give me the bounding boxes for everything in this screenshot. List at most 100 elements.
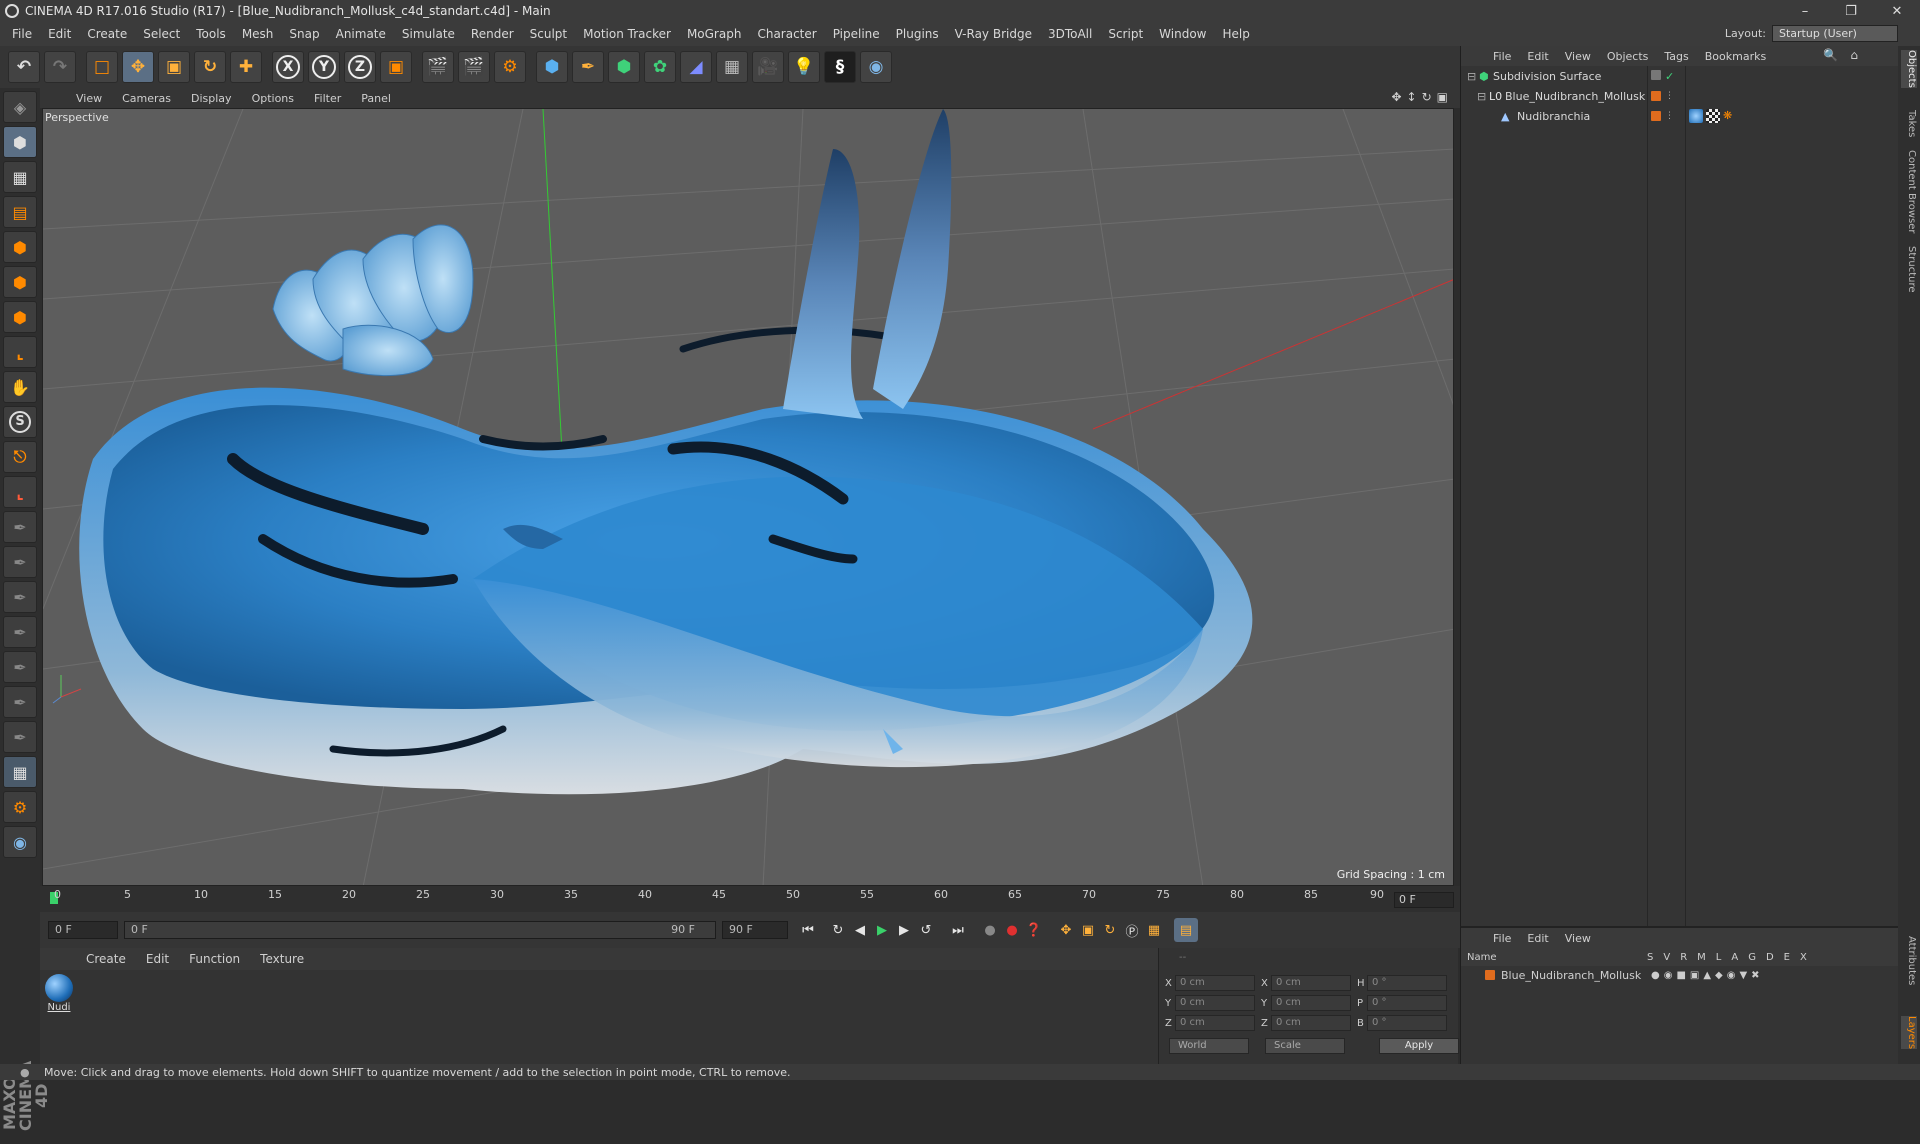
tab-attributes[interactable]: Attributes <box>1901 936 1917 985</box>
point-mode-icon[interactable]: ⬢ <box>3 231 37 263</box>
y-axis-lock-button[interactable]: Y <box>308 51 340 83</box>
viewport-menu-panel[interactable]: Panel <box>351 92 401 105</box>
key-position-icon[interactable]: ✥ <box>1054 918 1078 942</box>
apply-button[interactable]: Apply <box>1379 1038 1459 1054</box>
mograph-cloner-icon[interactable]: ✿ <box>644 51 676 83</box>
menu-motion-tracker[interactable]: Motion Tracker <box>575 27 679 41</box>
python-icon[interactable]: ◉ <box>860 51 892 83</box>
menu-pipeline[interactable]: Pipeline <box>825 27 888 41</box>
obj-menu-tags[interactable]: Tags <box>1656 50 1696 63</box>
magnet-icon[interactable]: ⎋ <box>3 441 37 473</box>
obj-menu-edit[interactable]: Edit <box>1519 50 1556 63</box>
texture-mode-icon[interactable]: ▦ <box>3 161 37 193</box>
menu-script[interactable]: Script <box>1100 27 1151 41</box>
move-icon[interactable]: ✥ <box>122 51 154 83</box>
viewport-menu-cameras[interactable]: Cameras <box>112 92 181 105</box>
loop-icon[interactable]: ↻ <box>826 918 850 942</box>
uvw-tag-icon[interactable] <box>1706 109 1720 123</box>
obj-menu-file[interactable]: File <box>1485 50 1519 63</box>
menu-animate[interactable]: Animate <box>328 27 394 41</box>
axis-mode-icon[interactable]: ⌞ <box>3 336 37 368</box>
tab-takes[interactable]: Takes <box>1901 110 1917 137</box>
menu-snap[interactable]: Snap <box>281 27 327 41</box>
material-tag-icon[interactable] <box>1689 109 1703 123</box>
redo-icon[interactable]: ↷ <box>44 51 76 83</box>
loop-forward-icon[interactable]: ↺ <box>914 918 938 942</box>
current-frame-field[interactable]: 0 F <box>1394 892 1454 908</box>
menu-simulate[interactable]: Simulate <box>394 27 463 41</box>
rotate-icon[interactable]: ↻ <box>194 51 226 83</box>
floor-object-icon[interactable]: ▦ <box>716 51 748 83</box>
layer-menu-file[interactable]: File <box>1485 932 1519 945</box>
layout-select[interactable]: Startup (User) <box>1772 25 1898 42</box>
position-x-field[interactable]: 0 cm <box>1175 975 1255 991</box>
visibility-dots-icon[interactable]: ⋮ <box>1665 111 1674 121</box>
collapse-icon[interactable]: ⊟ <box>1477 90 1486 103</box>
cube-primitive-icon[interactable]: ⬢ <box>536 51 568 83</box>
size-y-field[interactable]: 0 cm <box>1271 995 1351 1011</box>
tab-objects[interactable]: Objects <box>1901 50 1917 88</box>
rotation-b-field[interactable]: 0 ° <box>1367 1015 1447 1031</box>
obj-menu-view[interactable]: View <box>1557 50 1599 63</box>
menu-3dtoall[interactable]: 3DToAll <box>1040 27 1100 41</box>
viewport-menu-display[interactable]: Display <box>181 92 242 105</box>
rotation-h-field[interactable]: 0 ° <box>1367 975 1447 991</box>
material-menu-create[interactable]: Create <box>76 952 136 966</box>
vray-icon[interactable]: § <box>824 51 856 83</box>
render-picture-viewer-icon[interactable]: 🎬 <box>458 51 490 83</box>
render-settings-small-icon[interactable]: ⚙ <box>3 791 37 823</box>
autokey-icon[interactable]: ❓ <box>1022 918 1046 942</box>
size-x-field[interactable]: 0 cm <box>1271 975 1351 991</box>
3d-viewport[interactable]: Perspective Grid Spacing : 1 cm <box>42 108 1454 886</box>
viewport-menu-filter[interactable]: Filter <box>304 92 351 105</box>
visibility-dots-icon[interactable]: ⋮ <box>1665 91 1674 101</box>
menu-mograph[interactable]: MoGraph <box>679 27 750 41</box>
obj-menu-bookmarks[interactable]: Bookmarks <box>1697 50 1774 63</box>
sculpt-brush-3-icon[interactable]: ✒ <box>3 581 37 613</box>
layer-icon[interactable] <box>1651 69 1661 80</box>
spline-pen-icon[interactable]: ✒ <box>572 51 604 83</box>
step-forward-icon[interactable]: ▶ <box>892 918 916 942</box>
pan-view-icon[interactable]: ✥ <box>1391 90 1401 104</box>
menu-tools[interactable]: Tools <box>188 27 234 41</box>
polygon-mode-icon[interactable]: ⬢ <box>3 301 37 333</box>
rotation-p-field[interactable]: 0 ° <box>1367 995 1447 1011</box>
make-editable-icon[interactable]: ◈ <box>3 91 37 123</box>
layer-menu-view[interactable]: View <box>1557 932 1599 945</box>
layer-color-icon[interactable] <box>1485 970 1495 980</box>
nudibranch-model[interactable] <box>79 109 1253 795</box>
dolly-view-icon[interactable]: ↕ <box>1407 90 1417 104</box>
layer-row[interactable]: Blue_Nudibranch_Mollusk ●◉■▣▲◆◉▼✖ <box>1461 966 1898 984</box>
end-frame-field[interactable]: 90 F <box>722 921 788 939</box>
coordinate-system-icon[interactable]: ▣ <box>380 51 412 83</box>
menu-file[interactable]: File <box>4 27 40 41</box>
material-swatch[interactable]: Nudi <box>42 974 76 1020</box>
go-to-end-icon[interactable]: ⏭ <box>946 918 970 942</box>
size-z-field[interactable]: 0 cm <box>1271 1015 1351 1031</box>
snap-toggle-icon[interactable]: S <box>3 406 37 438</box>
tab-content-browser[interactable]: Content Browser <box>1901 150 1917 233</box>
viewport-menu-view[interactable]: View <box>66 92 112 105</box>
subdivision-surface-icon[interactable]: ⬢ <box>608 51 640 83</box>
edge-mode-icon[interactable]: ⬢ <box>3 266 37 298</box>
menu-plugins[interactable]: Plugins <box>888 27 947 41</box>
render-settings-icon[interactable]: ⚙ <box>494 51 526 83</box>
workplane-mode-icon[interactable]: ▤ <box>3 196 37 228</box>
object-row-nudibranchia[interactable]: ▲ Nudibranchia ⋮ ❋ <box>1461 106 1898 126</box>
timeline-window-icon[interactable]: ▤ <box>1174 918 1198 942</box>
collapse-icon[interactable]: ⊟ <box>1467 70 1476 83</box>
restore-icon[interactable]: ❐ <box>1828 0 1874 22</box>
z-axis-lock-button[interactable]: Z <box>344 51 376 83</box>
object-row-blue-nudibranch-mollusk[interactable]: ⊟ L0 Blue_Nudibranch_Mollusk ⋮ <box>1461 86 1898 106</box>
layer-color-icon[interactable] <box>1651 111 1661 121</box>
play-icon[interactable]: ▶ <box>870 918 894 942</box>
material-menu-texture[interactable]: Texture <box>250 952 314 966</box>
tab-structure[interactable]: Structure <box>1901 246 1917 293</box>
sculpt-brush-5-icon[interactable]: ✒ <box>3 651 37 683</box>
scale-mode-select[interactable]: Scale <box>1265 1038 1345 1054</box>
menu-mesh[interactable]: Mesh <box>234 27 282 41</box>
deformer-bend-icon[interactable]: ◢ <box>680 51 712 83</box>
close-icon[interactable]: ✕ <box>1874 0 1920 22</box>
step-back-icon[interactable]: ◀ <box>848 918 872 942</box>
sculpt-brush-1-icon[interactable]: ✒ <box>3 511 37 543</box>
